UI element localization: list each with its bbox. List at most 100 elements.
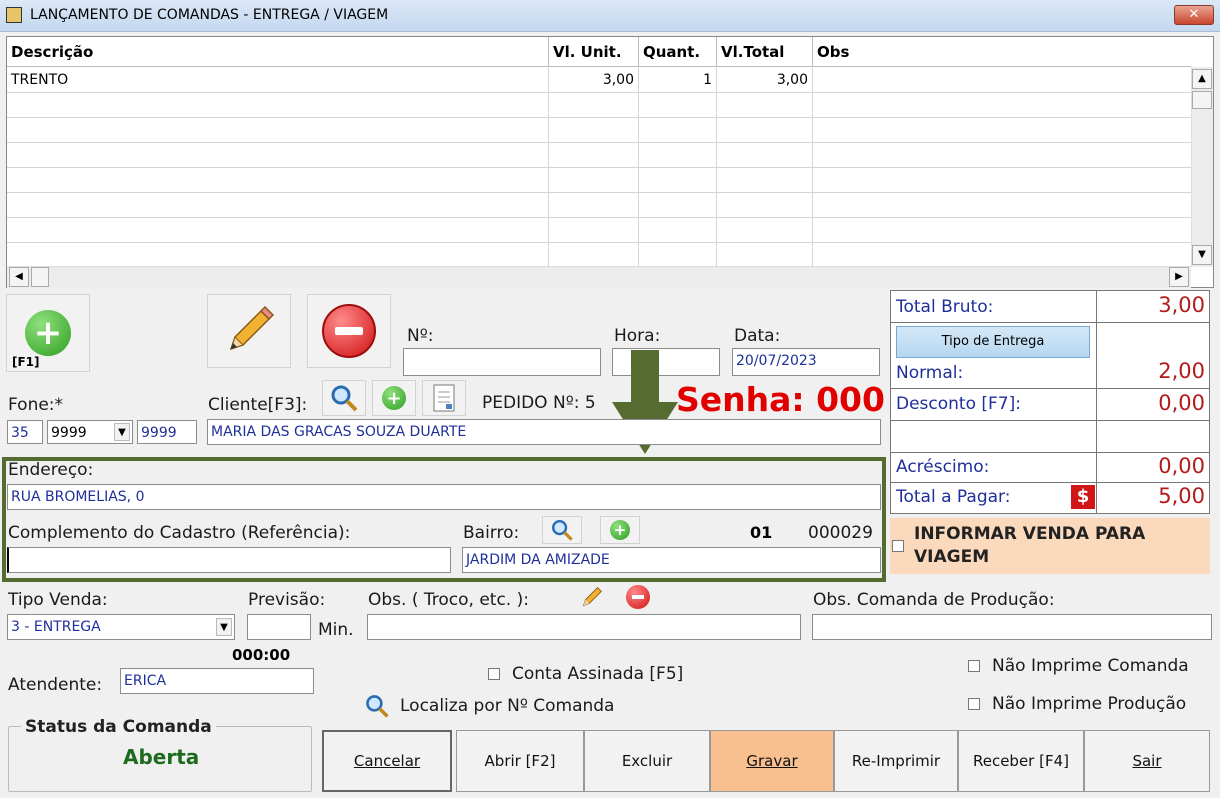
scroll-down-icon[interactable]: ▼ [1192, 245, 1212, 265]
cancelar-button[interactable]: Cancelar [322, 730, 452, 792]
scroll-left-icon[interactable]: ◀ [9, 267, 29, 287]
column-header-vl-total[interactable]: Vl.Total [717, 37, 813, 67]
complemento-label: Complemento do Cadastro (Referência): [8, 523, 351, 543]
obs-field[interactable] [367, 614, 801, 640]
horizontal-scrollbar[interactable]: ◀ ▶ [7, 266, 1191, 288]
items-grid[interactable]: Descrição Vl. Unit. Quant. Vl.Total Obs … [6, 36, 1214, 288]
dollar-icon[interactable]: $ [1071, 485, 1095, 509]
previsao-label: Previsão: [248, 590, 326, 610]
tipo-venda-select[interactable]: 3 - ENTREGA ▼ [7, 614, 235, 640]
nao-imprime-producao-option[interactable]: Não Imprime Produção [968, 694, 1186, 714]
cell-vl-unit: 3,00 [549, 68, 639, 93]
totals-panel: Total Bruto: 3,00 Tipo de Entrega Normal… [890, 290, 1210, 514]
atendente-label: Atendente: [8, 675, 103, 695]
conta-assinada-option[interactable]: Conta Assinada [F5] [488, 664, 683, 684]
title-bar: LANÇAMENTO DE COMANDAS - ENTREGA / VIAGE… [0, 0, 1220, 32]
status-box: Status da Comanda Aberta [8, 717, 312, 792]
chevron-down-icon[interactable]: ▼ [216, 618, 232, 636]
endereco-field[interactable]: RUA BROMELIAS, 0 [7, 484, 881, 510]
obs-producao-label: Obs. Comanda de Produção: [813, 590, 1055, 610]
table-row-empty[interactable] [7, 243, 1191, 268]
min-label: Min. [318, 620, 354, 640]
table-row-empty[interactable] [7, 118, 1191, 143]
search-icon [331, 385, 358, 412]
remove-item-button[interactable] [307, 294, 391, 368]
conta-assinada-checkbox[interactable] [488, 668, 500, 680]
acrescimo-value: 0,00 [1158, 454, 1205, 478]
obs-producao-field[interactable] [812, 614, 1212, 640]
bairro-field[interactable]: JARDIM DA AMIZADE [462, 547, 881, 573]
pencil-icon [582, 587, 602, 607]
cell-descricao: TRENTO [7, 68, 549, 93]
numero-label: Nº: [407, 326, 434, 346]
nao-imprime-comanda-option[interactable]: Não Imprime Comanda [968, 656, 1189, 676]
column-header-descricao[interactable]: Descrição [7, 37, 549, 67]
add-bairro-button[interactable]: + [600, 516, 640, 544]
table-row-empty[interactable] [7, 218, 1191, 243]
scroll-up-icon[interactable]: ▲ [1192, 69, 1212, 89]
status-value: Aberta [123, 745, 200, 769]
atendente-field[interactable]: ERICA [120, 668, 314, 694]
previsao-field[interactable] [247, 614, 311, 640]
plus-icon: + [382, 386, 406, 410]
hscroll-thumb[interactable] [31, 267, 49, 287]
edit-obs-button[interactable] [578, 584, 608, 610]
excluir-button[interactable]: Excluir [584, 730, 710, 792]
conta-assinada-label: Conta Assinada [F5] [512, 664, 684, 684]
tipo-entrega-button[interactable]: Tipo de Entrega [896, 326, 1090, 358]
total-bruto-value: 3,00 [1158, 293, 1205, 317]
scroll-thumb[interactable] [1192, 91, 1212, 109]
clear-obs-button[interactable] [626, 585, 654, 609]
column-header-quant[interactable]: Quant. [639, 37, 717, 67]
add-cliente-button[interactable]: + [372, 380, 416, 416]
cliente-document-button[interactable] [422, 380, 466, 416]
search-icon [366, 695, 389, 718]
viagem-checkbox[interactable] [892, 540, 904, 552]
cliente-field[interactable]: MARIA DAS GRACAS SOUZA DUARTE [207, 419, 881, 445]
fone-suffix-field[interactable]: 9999 [137, 420, 197, 444]
cell-vl-total: 3,00 [717, 68, 813, 93]
gravar-button[interactable]: Gravar [710, 730, 834, 792]
fone-prefix-select[interactable]: 9999 ▼ [47, 420, 133, 444]
nao-imprime-comanda-label: Não Imprime Comanda [992, 656, 1189, 676]
chevron-down-icon[interactable]: ▼ [114, 423, 130, 441]
sair-button[interactable]: Sair [1084, 730, 1210, 792]
reimprimir-button[interactable]: Re-Imprimir [834, 730, 958, 792]
nao-imprime-comanda-checkbox[interactable] [968, 660, 980, 672]
fone-label: Fone:* [8, 395, 64, 415]
normal-value: 2,00 [1158, 359, 1205, 383]
pencil-icon [229, 305, 275, 351]
numero-field[interactable] [403, 348, 601, 376]
table-row-empty[interactable] [7, 193, 1191, 218]
empty-row [891, 421, 1209, 453]
table-row-empty[interactable] [7, 143, 1191, 168]
window-title: LANÇAMENTO DE COMANDAS - ENTREGA / VIAGE… [30, 7, 389, 23]
app-icon [6, 7, 22, 23]
document-icon [433, 384, 455, 412]
timer-display: 000:00 [232, 646, 291, 664]
edit-item-button[interactable] [207, 294, 291, 368]
scroll-right-icon[interactable]: ▶ [1169, 267, 1189, 287]
table-row[interactable]: TRENTO 3,00 1 3,00 [7, 68, 1191, 93]
column-header-obs[interactable]: Obs [813, 37, 1191, 67]
tipo-venda-value: 3 - ENTREGA [11, 619, 101, 635]
viagem-panel[interactable]: INFORMAR VENDA PARA VIAGEM [890, 518, 1210, 574]
localiza-comanda-link[interactable]: Localiza por Nº Comanda [362, 693, 614, 719]
receber-button[interactable]: Receber [F4] [958, 730, 1084, 792]
table-row-empty[interactable] [7, 168, 1191, 193]
column-header-vl-unit[interactable]: Vl. Unit. [549, 37, 639, 67]
endereco-label: Endereço: [8, 460, 94, 480]
close-button[interactable]: ✕ [1174, 5, 1214, 25]
add-item-button[interactable]: + [F1] [6, 294, 90, 372]
table-row-empty[interactable] [7, 93, 1191, 118]
nao-imprime-producao-checkbox[interactable] [968, 698, 980, 710]
vertical-scrollbar[interactable]: ▲ ▼ [1191, 67, 1213, 267]
fone-ddd-field[interactable]: 35 [7, 420, 43, 444]
desconto-row: Desconto [F7]: 0,00 [891, 389, 1209, 421]
abrir-button[interactable]: Abrir [F2] [456, 730, 584, 792]
search-cliente-button[interactable] [322, 380, 366, 416]
search-bairro-button[interactable] [542, 516, 582, 544]
data-field[interactable]: 20/07/2023 [732, 348, 880, 376]
plus-icon: + [610, 520, 630, 540]
complemento-field[interactable] [7, 547, 451, 573]
